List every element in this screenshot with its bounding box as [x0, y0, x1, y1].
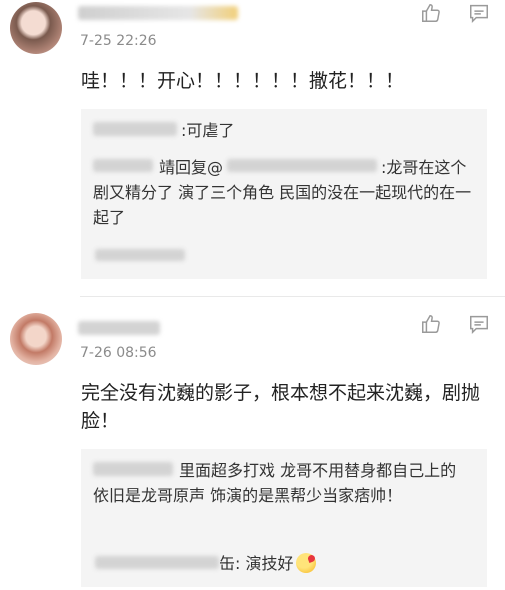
comment-time: 7-25 22:26	[80, 33, 157, 49]
reply-prefix-char: 缶	[219, 554, 236, 573]
avatar[interactable]	[10, 313, 62, 365]
comment-text: 完全没有沈巍的影子，根本想不起来沈巍，剧抛脸！	[81, 382, 481, 432]
thumbs-up-icon[interactable]	[420, 2, 442, 24]
reply-text-row: 缶: 演技好	[219, 551, 316, 576]
kiss-face-emoji	[295, 553, 316, 573]
reply-box[interactable]: 里面超多打戏 龙哥不用替身都自己上的 依旧是龙哥原声 饰演的是黑帮少当家痞帅！ …	[81, 449, 487, 587]
username-redacted	[78, 6, 238, 20]
comment-time: 7-26 08:56	[80, 345, 157, 361]
avatar[interactable]	[10, 2, 62, 54]
comment-icon[interactable]	[468, 2, 490, 24]
reply-username-redacted	[95, 249, 185, 261]
comment-icon[interactable]	[468, 313, 490, 335]
thumbs-up-icon[interactable]	[420, 313, 442, 335]
reply-text: :可虐了	[181, 121, 235, 140]
reply-text: :龙哥在这个剧又精分了 演了三个角色 民国的没在一起现代的在一起了	[93, 158, 472, 227]
reply-username-redacted	[93, 122, 177, 136]
reply-text: : 演技好	[235, 554, 294, 573]
divider	[80, 296, 505, 297]
username-redacted	[78, 321, 160, 335]
reply-box[interactable]: :可虐了 靖回复@ :龙哥在这个剧又精分了 演了三个角色 民国的没在一起现代的在…	[81, 109, 487, 279]
comment-text: 哇！！！开心！！！！！！撒花！！！	[81, 70, 405, 92]
reply-text: 里面超多打戏 龙哥不用替身都自己上的 依旧是龙哥原声 饰演的是黑帮少当家痞帅！	[93, 461, 457, 505]
reply-username-redacted	[95, 556, 219, 569]
